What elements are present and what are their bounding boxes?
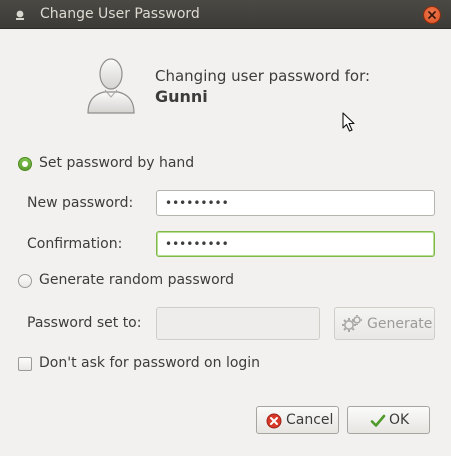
ok-button[interactable]: OK (347, 406, 430, 434)
set-by-hand-label[interactable]: Set password by hand (39, 155, 194, 171)
confirmation-field[interactable] (156, 231, 435, 257)
cancel-button[interactable]: Cancel (256, 406, 339, 434)
mouse-cursor-icon (342, 112, 356, 133)
generate-random-label[interactable]: Generate random password (39, 272, 234, 288)
cancel-icon (266, 413, 282, 433)
window-menu-icon[interactable] (14, 9, 26, 21)
confirmation-label: Confirmation: (27, 236, 123, 252)
change-password-dialog: Change User Password Changing user passw… (0, 0, 451, 456)
window-title: Change User Password (40, 6, 200, 22)
generate-button-label: Generate (367, 316, 433, 332)
dont-ask-checkbox[interactable] (18, 357, 32, 371)
new-password-field[interactable] (156, 190, 435, 216)
ok-button-label: OK (389, 412, 410, 428)
new-password-label: New password: (27, 195, 134, 211)
generate-random-radio[interactable] (18, 274, 32, 288)
username-label: Gunni (155, 87, 208, 106)
checkmark-icon (370, 413, 386, 433)
set-by-hand-radio[interactable] (18, 157, 32, 171)
password-set-to-field (156, 307, 320, 340)
close-icon[interactable] (423, 6, 441, 24)
cancel-button-label: Cancel (286, 412, 334, 428)
dont-ask-label[interactable]: Don't ask for password on login (39, 355, 260, 371)
gears-icon (341, 314, 363, 338)
title-bar[interactable]: Change User Password (0, 0, 451, 29)
generate-button: Generate (334, 307, 435, 340)
dialog-heading: Changing user password for: (155, 67, 371, 85)
user-avatar-icon (86, 56, 136, 114)
password-set-to-label: Password set to: (27, 315, 142, 331)
